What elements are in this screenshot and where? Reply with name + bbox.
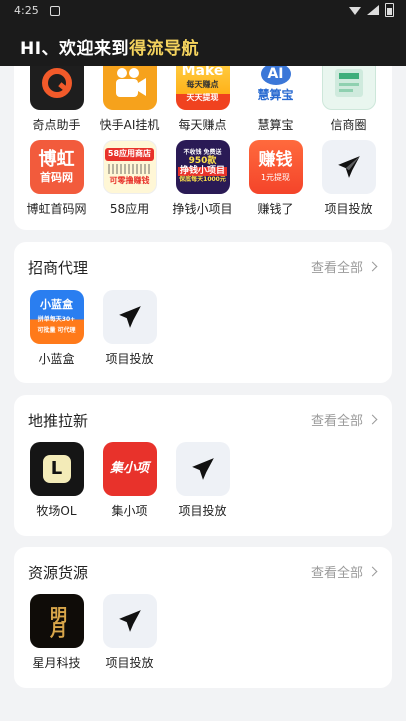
- section-ziyuan: 资源货源 查看全部 明月 星月科技 项目投放: [14, 547, 392, 688]
- app-header: 4:25 HI、欢迎来到得流导航: [0, 0, 406, 66]
- paper-plane-icon: [321, 140, 376, 194]
- section-title: 资源货源: [28, 564, 89, 582]
- view-all-text: 查看全部: [310, 414, 363, 429]
- app-label: 集小项: [111, 504, 148, 518]
- app-bohong[interactable]: 博虹 首码网 博虹首码网: [20, 140, 93, 217]
- chevron-right-icon: [367, 414, 378, 425]
- app-jixiaoxiang[interactable]: 集小项 集小项: [93, 442, 166, 519]
- app-label: 项目投放: [105, 352, 154, 366]
- app-label: 牧场OL: [36, 504, 77, 518]
- app-xiangmu-toufang[interactable]: 项目投放: [93, 290, 166, 367]
- paper-plane-icon: [102, 290, 157, 344]
- badge-text: 可批量 可代理: [37, 327, 76, 335]
- title-highlight: 得流导航: [129, 39, 200, 59]
- status-bar: 4:25: [0, 0, 406, 22]
- app-zhuanqian[interactable]: 赚钱 1元提现 赚钱了: [239, 140, 312, 217]
- view-all-link[interactable]: 查看全部: [310, 410, 378, 429]
- app-label: 挣钱小项目: [172, 202, 233, 216]
- section-ditui: 地推拉新 查看全部 L 牧场OL 集小项 集小项 项目投放: [14, 395, 392, 536]
- bohong-logo-icon: 博虹 首码网: [29, 140, 84, 194]
- paper-plane-icon: [175, 442, 230, 496]
- app-label: 快手AI挂机: [99, 118, 160, 132]
- app-huisuanbao[interactable]: AI 慧算宝 慧算宝: [239, 56, 312, 133]
- app-label: 信商圈: [330, 118, 367, 132]
- badge-text: 集小项: [109, 460, 149, 476]
- app-xiaolanhe[interactable]: 小蓝盒 拼单每天30+ 可批量 可代理 小蓝盒: [20, 290, 93, 367]
- badge-text: 博虹: [38, 148, 75, 170]
- paper-plane-icon: [102, 594, 157, 648]
- app-xiangmu-toufang[interactable]: 项目投放: [312, 140, 385, 217]
- badge-text: 挣钱小项目: [177, 165, 227, 177]
- status-time: 4:25: [14, 4, 39, 17]
- app-label: 项目投放: [178, 504, 227, 518]
- xiaolanhe-logo-icon: 小蓝盒 拼单每天30+ 可批量 可代理: [29, 290, 84, 344]
- app-58[interactable]: 58应用商店 可零撸赚钱 58应用: [93, 140, 166, 217]
- badge-text: 小蓝盒: [40, 298, 73, 312]
- muchang-logo-icon: L: [29, 442, 84, 496]
- app-label: 项目投放: [324, 202, 373, 216]
- badge-text: 明月: [46, 606, 66, 636]
- featured-apps-card: 奇点助手 快手AI挂机 Make 每天赚点 天天提现 每天赚点 AI 慧算宝 慧…: [14, 40, 392, 230]
- battery-icon: [385, 3, 394, 17]
- badge-text: 1元提现: [260, 172, 291, 182]
- badge-text: 赚钱: [258, 150, 293, 171]
- view-all-link[interactable]: 查看全部: [310, 257, 378, 276]
- section-title: 招商代理: [28, 259, 89, 277]
- app-make[interactable]: Make 每天赚点 天天提现 每天赚点: [166, 56, 239, 133]
- badge-text: 每天赚点: [186, 79, 219, 89]
- app-label: 58应用: [109, 202, 150, 216]
- app-label: 项目投放: [105, 656, 154, 670]
- badge-text: 保底每天1000元: [179, 176, 226, 184]
- wifi-icon: [349, 7, 361, 15]
- chevron-right-icon: [367, 261, 378, 272]
- section-title: 地推拉新: [28, 412, 89, 430]
- badge-text: 拼单每天30+: [37, 316, 76, 324]
- badge-text: 可零撸赚钱: [109, 176, 150, 185]
- app-xiangmu-toufang[interactable]: 项目投放: [166, 442, 239, 519]
- jixiaoxiang-logo-icon: 集小项: [102, 442, 157, 496]
- app-label: 赚钱了: [257, 202, 294, 216]
- app-label: 每天赚点: [178, 118, 227, 132]
- app-kuaishou-ai[interactable]: 快手AI挂机: [93, 56, 166, 133]
- signal-icon: [367, 5, 379, 15]
- badge-text: 首码网: [40, 171, 73, 185]
- app-label: 慧算宝: [257, 118, 294, 132]
- app-label: 小蓝盒: [38, 352, 75, 366]
- title-prefix: HI、欢迎来到: [20, 39, 130, 59]
- notification-icon: [50, 6, 60, 16]
- view-all-text: 查看全部: [310, 261, 363, 276]
- app-qidian[interactable]: 奇点助手: [20, 56, 93, 133]
- app-label: 奇点助手: [32, 118, 81, 132]
- app-label: 星月科技: [32, 656, 81, 670]
- view-all-link[interactable]: 查看全部: [310, 562, 378, 581]
- badge-text: L: [42, 455, 71, 483]
- zhuanqian-logo-icon: 赚钱 1元提现: [248, 140, 303, 194]
- app58-logo-icon: 58应用商店 可零撸赚钱: [102, 140, 157, 194]
- view-all-text: 查看全部: [310, 566, 363, 581]
- xingyue-logo-icon: 明月: [29, 594, 84, 648]
- app-xingyue[interactable]: 明月 星月科技: [20, 594, 93, 671]
- app-label: 博虹首码网: [26, 202, 87, 216]
- app-muchang[interactable]: L 牧场OL: [20, 442, 93, 519]
- section-zhaoshang: 招商代理 查看全部 小蓝盒 拼单每天30+ 可批量 可代理 小蓝盒 项目投放: [14, 242, 392, 383]
- chevron-right-icon: [367, 566, 378, 577]
- badge-text: 慧算宝: [257, 88, 294, 103]
- app-xinshangquan[interactable]: 信商圈: [312, 56, 385, 133]
- app-zhengqian[interactable]: 不收钱 免费送 950款 挣钱小项目 保底每天1000元 挣钱小项目: [166, 140, 239, 217]
- status-icons: [349, 3, 394, 17]
- badge-text: 天天提现: [186, 92, 219, 102]
- badge-text: 58应用商店: [104, 148, 155, 161]
- zhengqian-logo-icon: 不收钱 免费送 950款 挣钱小项目 保底每天1000元: [175, 140, 230, 194]
- page-title: HI、欢迎来到得流导航: [20, 34, 199, 59]
- app-xiangmu-toufang[interactable]: 项目投放: [93, 594, 166, 671]
- badge-text: AI: [260, 63, 291, 86]
